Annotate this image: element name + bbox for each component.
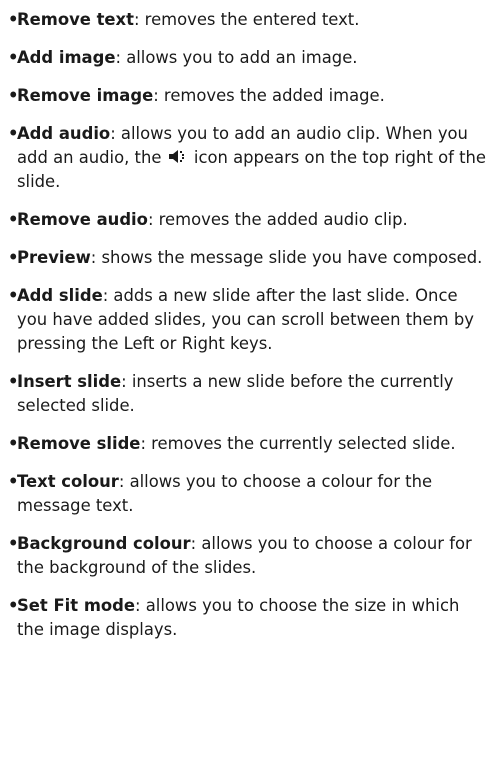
item-description: : removes the currently selected slide. <box>140 434 456 453</box>
list-item-preview: • Preview: shows the message slide you h… <box>8 246 489 270</box>
item-term: Add image <box>17 48 116 67</box>
list-item-text-colour: • Text colour: allows you to choose a co… <box>8 470 489 518</box>
item-term: Text colour <box>17 472 119 491</box>
bullet: • <box>8 210 19 229</box>
manual-page: • Remove text: removes the entered text.… <box>0 0 495 758</box>
list-item-background-colour: • Background colour: allows you to choos… <box>8 532 489 580</box>
bullet: • <box>8 10 19 29</box>
item-description: : removes the entered text. <box>133 10 360 29</box>
item-description: : removes the added image. <box>153 86 385 105</box>
list-item-remove-audio: • Remove audio: removes the added audio … <box>8 208 489 232</box>
bullet: • <box>8 472 19 491</box>
item-term: Remove slide <box>17 434 141 453</box>
bullet: • <box>8 286 19 305</box>
item-term: Background colour <box>17 534 191 553</box>
bullet: • <box>8 434 19 453</box>
item-description: : removes the added audio clip. <box>147 210 408 229</box>
list-item-remove-image: • Remove image: removes the added image. <box>8 84 489 108</box>
list-item-insert-slide: • Insert slide: inserts a new slide befo… <box>8 370 489 418</box>
item-term: Add slide <box>17 286 103 305</box>
bullet: • <box>8 596 19 615</box>
item-term: Set Fit mode <box>17 596 136 615</box>
item-description: : shows the message slide you have compo… <box>90 248 483 267</box>
list-item-set-fit-mode: • Set Fit mode: allows you to choose the… <box>8 594 489 642</box>
list-item-add-image: • Add image: allows you to add an image. <box>8 46 489 70</box>
item-term: Insert slide <box>17 372 122 391</box>
bullet: • <box>8 86 19 105</box>
list-item-add-slide: • Add slide: adds a new slide after the … <box>8 284 489 356</box>
list-item-remove-slide: • Remove slide: removes the currently se… <box>8 432 489 456</box>
bullet: • <box>8 248 19 267</box>
item-description: : allows you to add an image. <box>115 48 358 67</box>
bullet: • <box>8 534 19 553</box>
list-item-add-audio: • Add audio: allows you to add an audio … <box>8 122 489 194</box>
item-term: Remove text <box>17 10 134 29</box>
bullet: • <box>8 48 19 67</box>
item-term: Add audio <box>17 124 111 143</box>
speaker-icon <box>168 148 188 165</box>
item-term: Remove image <box>17 86 154 105</box>
item-term: Remove audio <box>17 210 148 229</box>
bullet: • <box>8 372 19 391</box>
option-list: • Remove text: removes the entered text.… <box>8 8 489 642</box>
item-term: Preview <box>17 248 91 267</box>
bullet: • <box>8 124 19 143</box>
list-item-remove-text: • Remove text: removes the entered text. <box>8 8 489 32</box>
